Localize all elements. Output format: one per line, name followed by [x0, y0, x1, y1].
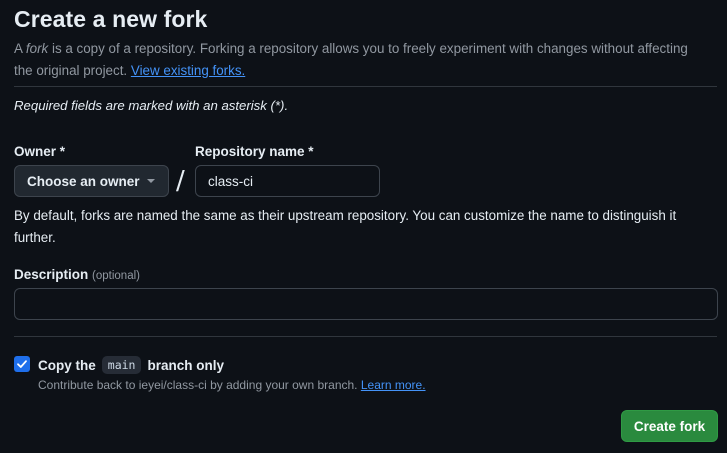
page-title: Create a new fork: [14, 6, 208, 32]
divider: [14, 86, 717, 87]
check-icon: [17, 360, 27, 368]
view-existing-forks-link[interactable]: View existing forks.: [131, 63, 245, 78]
description-label: Description (optional): [14, 267, 140, 282]
triangle-down-icon: [147, 179, 155, 183]
copy-main-branch-checkbox[interactable]: [14, 356, 30, 372]
learn-more-link[interactable]: Learn more.: [361, 378, 426, 392]
branch-name-chip: main: [101, 356, 142, 374]
create-fork-button[interactable]: Create fork: [621, 410, 718, 442]
create-fork-page: Create a new fork A fork is a copy of a …: [0, 0, 727, 453]
contribute-hint: Contribute back to ieyei/class-ci by add…: [38, 378, 426, 392]
owner-dropdown-button[interactable]: Choose an owner: [14, 165, 169, 197]
page-description: A fork is a copy of a repository. Forkin…: [14, 41, 688, 78]
divider: [14, 336, 717, 337]
owner-repo-separator: /: [176, 166, 185, 196]
copy-main-branch-label[interactable]: Copy the main branch only: [38, 356, 224, 374]
repository-name-input[interactable]: [195, 165, 380, 197]
description-input[interactable]: [14, 288, 718, 320]
optional-tag: (optional): [92, 270, 140, 282]
naming-hint: By default, forks are named the same as …: [14, 208, 677, 245]
repository-name-label: Repository name *: [195, 144, 314, 159]
required-fields-note: Required fields are marked with an aster…: [14, 98, 289, 113]
owner-label: Owner *: [14, 144, 66, 159]
owner-dropdown-label: Choose an owner: [27, 173, 140, 189]
